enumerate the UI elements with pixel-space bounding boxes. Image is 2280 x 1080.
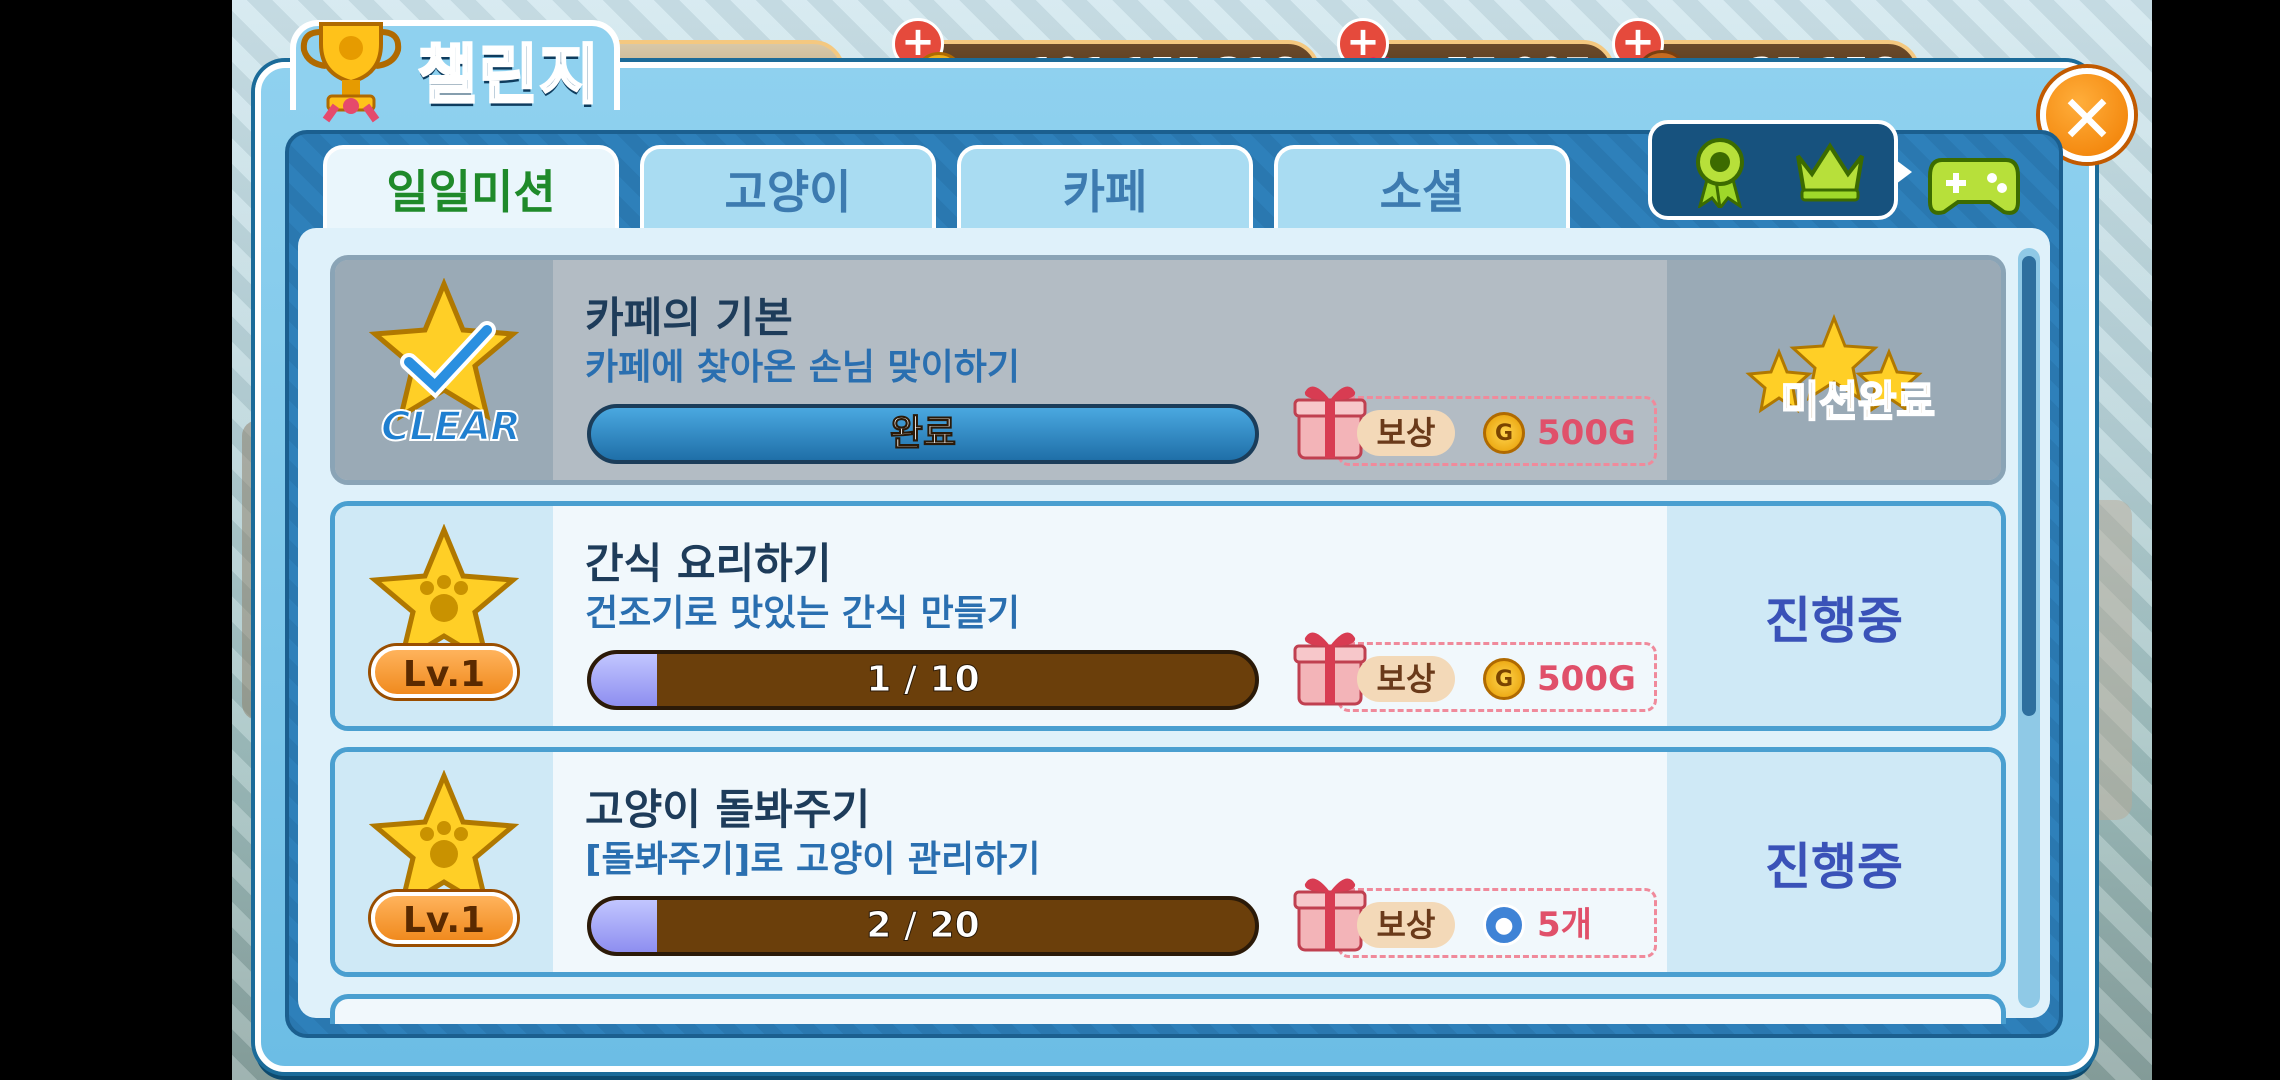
tab-cat[interactable]: 고양이 xyxy=(640,145,936,231)
tab-daily-mission[interactable]: 일일미션 xyxy=(323,145,619,239)
gold-coin-icon: G xyxy=(1483,412,1525,454)
mission-card-cat-care[interactable]: Lv.1 고양이 돌봐주기 [돌봐주기]로 고양이 관리하기 2 / 20 보상… xyxy=(330,747,2006,977)
progress-text: 1 / 10 xyxy=(866,659,980,701)
mission-badge-area: Lv.1 xyxy=(335,506,553,726)
progress-text: 2 / 20 xyxy=(866,905,980,947)
clear-star-icon xyxy=(369,278,519,422)
mission-complete-status: 미션완료 xyxy=(1779,376,1936,427)
gift-icon xyxy=(1293,632,1367,706)
cat-ticket-icon: ● xyxy=(1483,904,1525,946)
mission-progress-bar: 완료 xyxy=(587,404,1259,464)
mission-status-area: 미션완료 xyxy=(1667,260,2001,480)
achievement-icon-box xyxy=(1648,120,1912,220)
gift-icon xyxy=(1293,386,1367,460)
reward-label: 보상 xyxy=(1357,410,1455,456)
reward-value: 5개 xyxy=(1537,905,1592,945)
mission-title: 카페의 기본 xyxy=(585,293,793,342)
mission-description: [돌봐주기]로 고양이 관리하기 xyxy=(585,839,1041,880)
gamepad-icon[interactable] xyxy=(1928,150,2020,220)
reward-label: 보상 xyxy=(1357,902,1455,948)
page-title: 챌린지 xyxy=(417,38,601,115)
level-badge: Lv.1 xyxy=(371,892,517,944)
mission-title: 간식 요리하기 xyxy=(585,539,832,588)
mission-badge-area: CLEAR xyxy=(335,260,553,480)
mission-progress-bar: 2 / 20 xyxy=(587,896,1259,956)
mission-status: 진행중 xyxy=(1765,838,1903,896)
crown-icon[interactable] xyxy=(1792,138,1868,202)
mission-description: 건조기로 맛있는 간식 만들기 xyxy=(585,593,1021,634)
mission-title: 고양이 돌봐주기 xyxy=(585,785,871,834)
tab-social[interactable]: 소셜 xyxy=(1274,145,1570,231)
trophy-icon xyxy=(300,22,402,123)
mission-badge-area: Lv.1 xyxy=(335,752,553,972)
mission-status-area: 진행중 xyxy=(1667,506,2001,726)
progress-text: 완료 xyxy=(889,413,957,455)
reward-value: 500G xyxy=(1537,413,1636,453)
gift-icon xyxy=(1293,878,1367,952)
ribbon-award-icon[interactable] xyxy=(1690,136,1750,208)
tab-cafe[interactable]: 카페 xyxy=(957,145,1253,231)
mission-status: 진행중 xyxy=(1765,592,1903,650)
mission-status-area: 진행중 xyxy=(1667,752,2001,972)
scrollbar-thumb[interactable] xyxy=(2022,256,2036,716)
mission-progress-bar: 1 / 10 xyxy=(587,650,1259,710)
mission-card-cafe-basic[interactable]: CLEAR 카페의 기본 카페에 찾아온 손님 맞이하기 완료 보상 G 500… xyxy=(330,255,2006,485)
next-mission-card-partial[interactable] xyxy=(330,994,2006,1024)
gold-coin-icon: G xyxy=(1483,658,1525,700)
mission-card-snack-cooking[interactable]: Lv.1 간식 요리하기 건조기로 맛있는 간식 만들기 1 / 10 보상 G… xyxy=(330,501,2006,731)
mission-description: 카페에 찾아온 손님 맞이하기 xyxy=(585,347,1021,388)
level-badge: Lv.1 xyxy=(371,646,517,698)
reward-label: 보상 xyxy=(1357,656,1455,702)
clear-badge: CLEAR xyxy=(380,403,522,451)
reward-value: 500G xyxy=(1537,659,1636,699)
